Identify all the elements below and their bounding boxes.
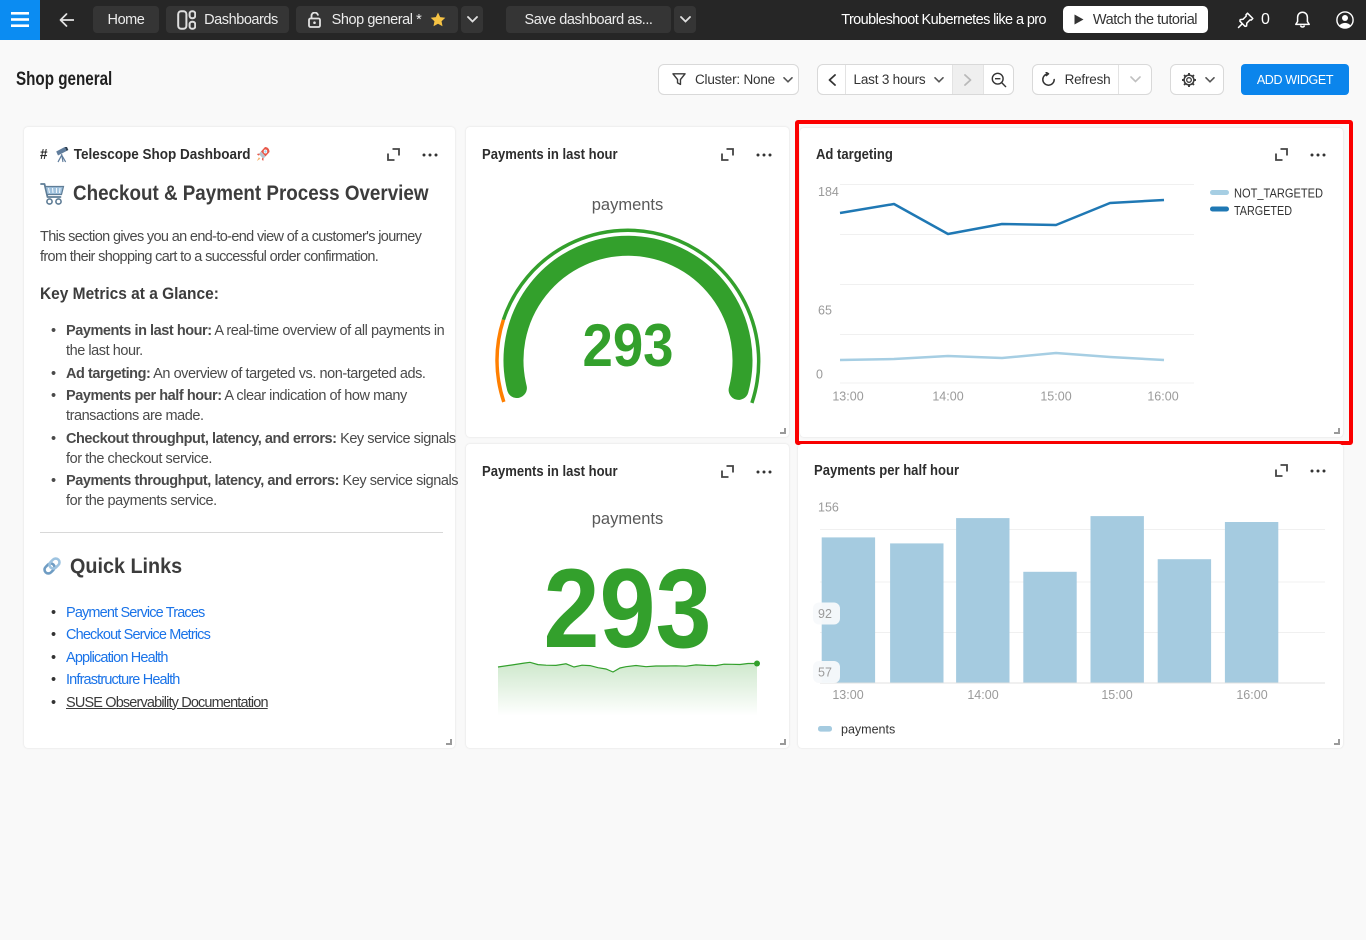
svg-text:13:00: 13:00	[832, 390, 863, 404]
svg-text:TARGETED: TARGETED	[1234, 204, 1292, 218]
svg-text:14:00: 14:00	[967, 688, 998, 702]
svg-text:16:00: 16:00	[1236, 688, 1267, 702]
svg-text:156: 156	[818, 501, 839, 515]
svg-text:14:00: 14:00	[932, 390, 963, 404]
svg-text:65: 65	[818, 304, 832, 318]
svg-text:293: 293	[544, 546, 712, 671]
svg-text:293: 293	[583, 312, 674, 379]
svg-text:NOT_TARGETED: NOT_TARGETED	[1234, 187, 1323, 201]
svg-text:payments: payments	[841, 723, 895, 737]
svg-text:15:00: 15:00	[1040, 390, 1071, 404]
svg-text:57: 57	[818, 666, 832, 680]
svg-text:16:00: 16:00	[1147, 390, 1178, 404]
svg-text:13:00: 13:00	[832, 688, 863, 702]
svg-text:184: 184	[818, 185, 839, 199]
svg-text:92: 92	[818, 607, 832, 621]
svg-text:0: 0	[816, 368, 823, 382]
svg-text:15:00: 15:00	[1101, 688, 1132, 702]
